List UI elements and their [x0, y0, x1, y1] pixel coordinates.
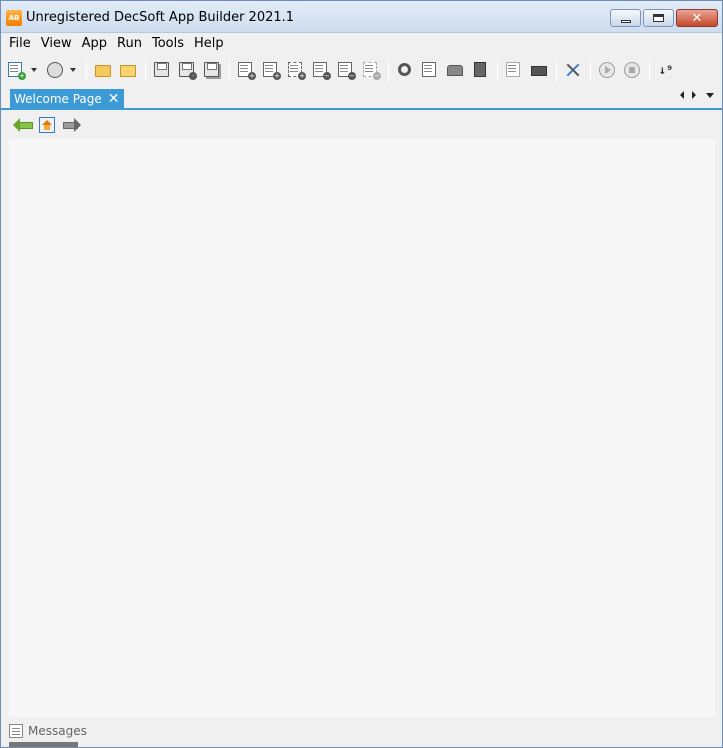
tools-icon — [565, 62, 581, 78]
remove-view-button[interactable]: − — [310, 59, 332, 81]
remove-frame-button[interactable]: − — [360, 59, 382, 81]
toolbar-separator — [145, 59, 146, 81]
print-button[interactable] — [528, 59, 550, 81]
document-tabs: Welcome Page ✕ — [1, 88, 722, 110]
home-icon[interactable] — [39, 117, 55, 133]
save-icon — [154, 62, 170, 78]
stop-icon — [624, 62, 640, 78]
scroll-right-icon[interactable] — [692, 91, 696, 99]
minimize-button[interactable] — [610, 9, 641, 27]
new-dialog-button[interactable]: + — [260, 59, 282, 81]
sort-icon: ↓⁹ — [658, 63, 674, 77]
chevron-down-icon — [31, 68, 37, 72]
edit-icon — [422, 62, 438, 78]
open-recent-button[interactable] — [44, 59, 66, 81]
tools-button[interactable] — [562, 59, 584, 81]
save-all-icon — [204, 62, 220, 78]
app-window: AB Unregistered DecSoft App Builder 2021… — [0, 0, 723, 748]
run-button[interactable] — [596, 59, 618, 81]
messages-tab-indicator — [9, 742, 78, 747]
open-app-folder-button[interactable] — [117, 59, 139, 81]
device-button[interactable] — [469, 59, 491, 81]
sort-button[interactable]: ↓⁹ — [655, 59, 677, 81]
toolbar-separator — [86, 59, 87, 81]
new-app-dropdown[interactable] — [30, 68, 38, 72]
tab-label: Welcome Page — [14, 92, 102, 106]
edit-button[interactable] — [419, 59, 441, 81]
menu-file[interactable]: File — [4, 34, 36, 54]
toolbar-separator — [388, 59, 389, 81]
new-app-button[interactable]: + — [5, 59, 27, 81]
forward-arrow-icon[interactable] — [63, 118, 81, 132]
close-icon: ✕ — [691, 10, 703, 26]
app-properties-button[interactable] — [394, 59, 416, 81]
close-icon[interactable]: ✕ — [108, 92, 120, 106]
messages-tab[interactable]: Messages — [9, 722, 87, 740]
open-app-folder-icon — [120, 62, 136, 78]
save-button[interactable] — [151, 59, 173, 81]
messages-icon — [9, 724, 23, 738]
save-as-icon: · — [179, 62, 197, 80]
menu-help[interactable]: Help — [189, 34, 229, 54]
remove-dialog-icon: − — [338, 62, 356, 80]
tab-list-dropdown-icon[interactable] — [706, 92, 714, 98]
open-recent-dropdown[interactable] — [69, 68, 77, 72]
tab-welcome-page[interactable]: Welcome Page ✕ — [10, 89, 124, 109]
menu-view[interactable]: View — [36, 34, 77, 54]
remove-dialog-button[interactable]: − — [335, 59, 357, 81]
bottom-panel-bar: Messages — [1, 719, 722, 747]
new-view-button[interactable]: + — [235, 59, 257, 81]
scroll-left-icon[interactable] — [680, 91, 684, 99]
remove-view-icon: − — [313, 62, 331, 80]
remove-frame-icon: − — [363, 62, 381, 80]
open-recent-icon — [47, 62, 63, 78]
menu-app[interactable]: App — [77, 34, 112, 54]
new-dialog-icon: + — [263, 62, 281, 80]
toolbar-separator — [590, 59, 591, 81]
menu-bar: File View App Run Tools Help — [1, 33, 722, 55]
package-button[interactable] — [444, 59, 466, 81]
open-folder-button[interactable] — [92, 59, 114, 81]
new-app-icon: + — [8, 62, 26, 80]
toolbar-separator — [649, 59, 650, 81]
print-icon — [531, 62, 547, 78]
toolbar-separator — [229, 59, 230, 81]
minimize-icon — [620, 19, 631, 23]
toolbar-separator — [556, 59, 557, 81]
tab-navigation — [680, 91, 714, 99]
title-bar: AB Unregistered DecSoft App Builder 2021… — [1, 1, 722, 33]
main-toolbar: + · + + + − − − ↓⁹ — [1, 56, 722, 84]
back-button[interactable] — [503, 59, 525, 81]
app-properties-icon — [397, 62, 413, 78]
toolbar-separator — [497, 59, 498, 81]
welcome-page-content — [9, 139, 715, 717]
run-icon — [599, 62, 615, 78]
messages-label: Messages — [28, 724, 87, 738]
save-all-button[interactable] — [201, 59, 223, 81]
device-icon — [472, 62, 488, 78]
app-logo-icon: AB — [6, 10, 22, 26]
back-arrow-icon[interactable] — [13, 118, 33, 132]
window-title: Unregistered DecSoft App Builder 2021.1 — [26, 10, 295, 25]
close-button[interactable]: ✕ — [676, 9, 718, 27]
back-icon — [506, 62, 522, 78]
save-as-button[interactable]: · — [176, 59, 198, 81]
open-folder-icon — [95, 62, 111, 78]
new-frame-icon: + — [288, 62, 306, 80]
maximize-button[interactable] — [643, 9, 674, 27]
chevron-down-icon — [70, 68, 76, 72]
stop-button[interactable] — [621, 59, 643, 81]
menu-tools[interactable]: Tools — [147, 34, 189, 54]
package-icon — [447, 62, 463, 78]
new-view-icon: + — [238, 62, 256, 80]
maximize-icon — [653, 14, 664, 22]
page-navigation-bar — [1, 112, 722, 138]
new-frame-button[interactable]: + — [285, 59, 307, 81]
menu-run[interactable]: Run — [112, 34, 147, 54]
window-controls: ✕ — [610, 9, 718, 27]
